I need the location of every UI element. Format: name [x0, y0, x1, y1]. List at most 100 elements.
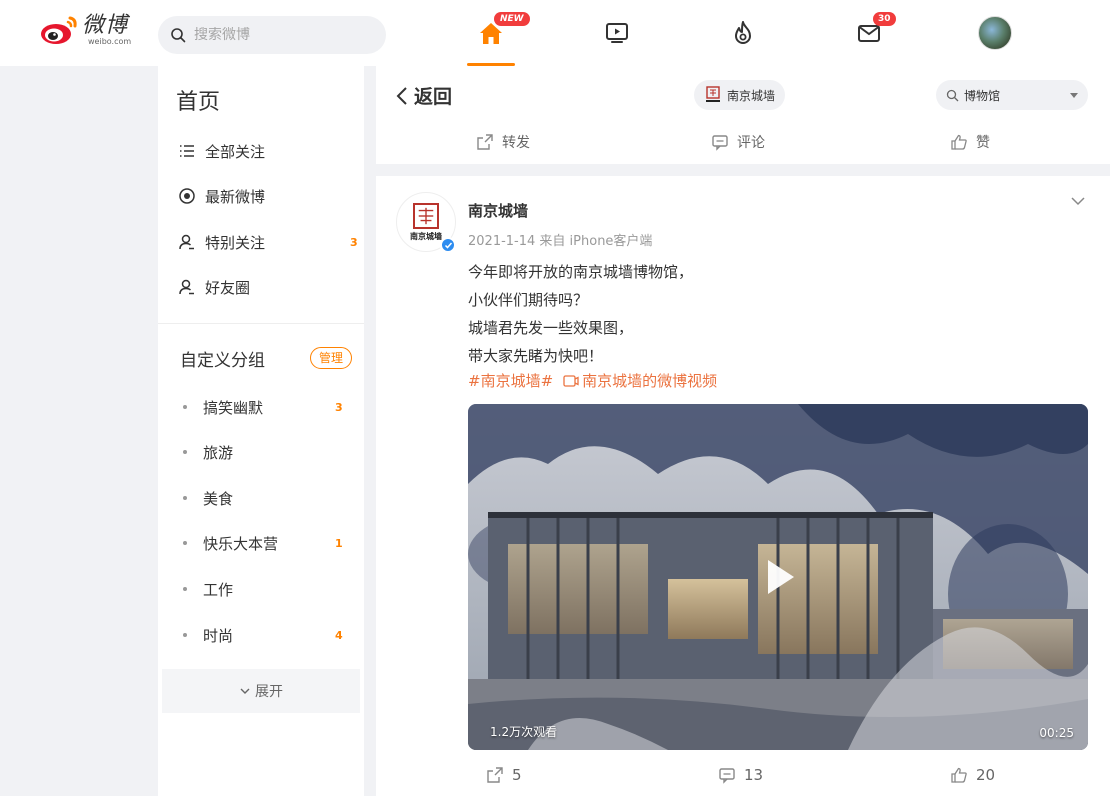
chevron-left-icon — [396, 86, 407, 105]
sidebar-item-label: 全部关注 — [205, 142, 266, 161]
comment-count: 13 — [744, 766, 764, 784]
bullet-icon — [183, 405, 187, 409]
post-line: 带大家先睹为快吧！ — [468, 347, 604, 365]
bullet-icon — [183, 633, 187, 637]
account-pill[interactable]: 南京城墙 — [694, 80, 786, 110]
like-count: 20 — [976, 766, 996, 784]
group-item-label: 快乐大本营 — [203, 534, 279, 553]
post-line: 小伙伴们期待吗？ — [468, 291, 589, 309]
bullet-icon — [183, 450, 187, 454]
bullet-icon — [183, 587, 187, 591]
detail-header: 返回 南京城墙 博物馆 转发 评论 赞 — [376, 66, 1110, 164]
flame-icon — [735, 21, 751, 44]
post-line: 今年即将开放的南京城墙博物馆， — [468, 263, 694, 281]
logo-domain: weibo.com — [88, 36, 132, 46]
account-logo-icon — [706, 86, 720, 102]
post-card: 南京城墙 南京城墙 2021-1-14 来自 iPhone客户端 今年即将开放的… — [376, 176, 1110, 796]
like-label: 赞 — [976, 135, 990, 151]
nav-home[interactable]: NEW — [461, 0, 530, 66]
back-button[interactable]: 返回 — [394, 82, 452, 109]
sidebar-item-special-follow[interactable]: 特别关注 3 — [178, 227, 358, 257]
video-link-icon — [563, 374, 579, 387]
verified-icon — [440, 237, 456, 253]
post-line: 城墙君先发一些效果图， — [468, 319, 634, 337]
top-bar: 微博 weibo.com NEW 30 — [0, 0, 1110, 66]
sidebar-divider — [158, 323, 364, 324]
post-links: #南京城墙# 南京城墙的微博视频 — [468, 370, 717, 391]
weibo-eye-icon — [40, 14, 78, 46]
nav-profile[interactable] — [965, 0, 1025, 66]
video-duration: 00:25 — [1039, 726, 1074, 740]
logo-wordmark: 微博 — [82, 12, 129, 38]
repost-action[interactable]: 转发 — [476, 132, 530, 152]
video-link[interactable]: 南京城墙的微博视频 — [582, 370, 717, 391]
group-item[interactable]: 快乐大本营 1 — [183, 529, 353, 557]
repost-label: 转发 — [502, 135, 530, 151]
account-pill-label: 南京城墙 — [727, 88, 776, 103]
group-item-label: 搞笑幽默 — [203, 398, 264, 417]
expand-groups-button[interactable]: 展开 — [162, 669, 360, 713]
repost-button[interactable]: 5 — [486, 766, 522, 784]
back-label: 返回 — [414, 86, 453, 108]
search-icon — [171, 28, 186, 43]
repost-icon — [477, 134, 493, 150]
sidebar-item-friends[interactable]: 好友圈 — [178, 272, 358, 302]
user-icon — [178, 278, 196, 296]
video-player[interactable]: 1.2万次观看 00:25 — [468, 404, 1088, 750]
nav-messages[interactable]: 30 — [839, 0, 899, 66]
avatar-text: 南京城墙 — [410, 231, 442, 241]
radio-icon — [178, 187, 196, 205]
bullet-icon — [183, 496, 187, 500]
comment-label: 评论 — [737, 135, 765, 151]
like-button[interactable]: 20 — [950, 766, 995, 784]
sidebar-item-label: 特别关注 — [205, 233, 266, 252]
like-action[interactable]: 赞 — [950, 132, 990, 152]
expand-label: 展开 — [255, 684, 283, 700]
search-input[interactable] — [194, 27, 364, 43]
custom-group-title: 自定义分组 — [180, 351, 265, 371]
chevron-down-icon — [240, 688, 250, 694]
new-badge: NEW — [494, 12, 530, 26]
thumbs-up-icon — [951, 134, 967, 150]
author-name[interactable]: 南京城墙 — [468, 200, 528, 221]
nav-video[interactable] — [587, 0, 647, 66]
search-icon — [946, 89, 959, 101]
inline-search-box[interactable]: 博物馆 — [936, 80, 1088, 110]
hashtag-link[interactable]: #南京城墙# — [468, 370, 553, 391]
repost-count: 5 — [512, 766, 522, 784]
left-sidebar: 首页 全部关注 最新微博 特别关注 3 好友圈 自定义分组 管理 搞笑幽默 3 … — [158, 66, 364, 796]
comment-action[interactable]: 评论 — [711, 132, 765, 152]
seal-logo-icon — [413, 202, 439, 229]
repost-icon — [487, 767, 503, 783]
sidebar-title: 首页 — [176, 90, 221, 115]
sidebar-item-all-follow[interactable]: 全部关注 — [178, 136, 358, 166]
user-star-icon — [178, 233, 196, 251]
comment-icon — [719, 768, 735, 784]
unread-count: 4 — [335, 628, 343, 642]
video-icon — [606, 23, 628, 43]
sidebar-item-latest[interactable]: 最新微博 — [178, 181, 358, 211]
top-search-box[interactable] — [158, 16, 386, 54]
group-item[interactable]: 搞笑幽默 3 — [183, 393, 353, 421]
caret-down-icon[interactable] — [1070, 92, 1078, 98]
group-item-label: 时尚 — [203, 626, 234, 645]
thumbs-up-icon — [951, 767, 967, 783]
list-icon — [178, 142, 196, 160]
sidebar-item-label: 好友圈 — [205, 278, 251, 297]
post-menu-button[interactable] — [1070, 192, 1086, 211]
group-item[interactable]: 美食 — [183, 484, 353, 512]
group-item-label: 工作 — [203, 580, 234, 599]
chevron-down-icon — [1071, 197, 1085, 206]
nav-hot[interactable] — [713, 0, 773, 66]
play-icon[interactable] — [754, 552, 804, 602]
bullet-icon — [183, 541, 187, 545]
comment-button[interactable]: 13 — [718, 766, 763, 784]
weibo-logo[interactable]: 微博 weibo.com — [40, 14, 131, 46]
post-meta: 2021-1-14 来自 iPhone客户端 — [468, 234, 653, 249]
group-item[interactable]: 旅游 — [183, 438, 353, 466]
group-item[interactable]: 时尚 4 — [183, 621, 353, 649]
manage-groups-button[interactable]: 管理 — [310, 347, 353, 369]
post-body: 今年即将开放的南京城墙博物馆， 小伙伴们期待吗？ 城墙君先发一些效果图， 带大家… — [468, 258, 693, 370]
group-item[interactable]: 工作 — [183, 575, 353, 603]
unread-count: 3 — [350, 235, 358, 249]
